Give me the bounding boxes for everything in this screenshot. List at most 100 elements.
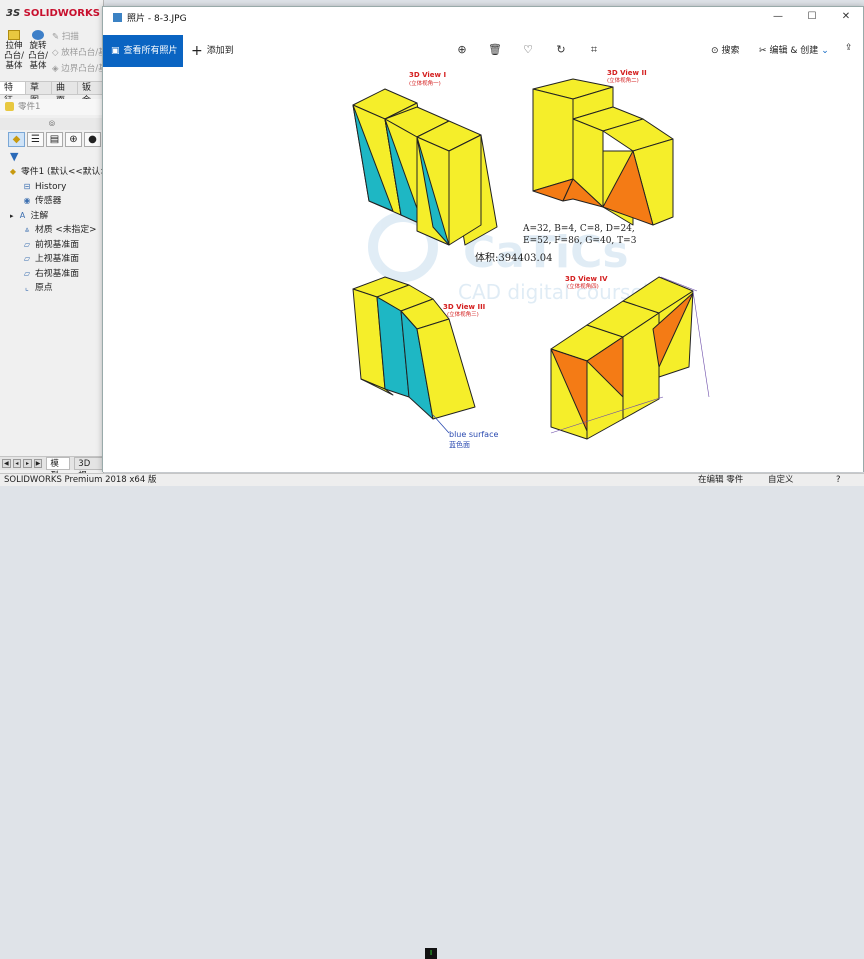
share-icon[interactable]: ⇪ [845,43,853,53]
crop-icon[interactable]: ⌗ [585,43,603,57]
chevron-down-icon: ⌄ [821,46,829,56]
tree-item-material[interactable]: ⩓ 材质 <未指定> [0,223,104,238]
photos-window: 照片 - 8-3.JPG — ☐ ✕ ▣ 查看所有照片 + 添加到 ⊕ 🗑 ♡ ↻ … [102,6,864,472]
close-button[interactable]: ✕ [829,7,863,27]
photos-titlebar[interactable]: 照片 - 8-3.JPG — ☐ ✕ [103,7,863,29]
solidworks-panel: 3S SOLIDWORKS 拉伸 凸台/ 基体 旋转 凸台/ 基体 ✎ 扫描 ◇… [0,0,107,481]
feature-tree-icon: ◆ [12,133,21,145]
tab-3d-views[interactable]: 3D 视 [74,457,105,481]
search-icon: ⊙ [711,46,719,56]
status-editing: 在编辑 零件 [698,475,744,485]
plane-icon: ▱ [23,254,31,263]
part-icon [5,102,14,111]
extrude-boss-button[interactable]: 拉伸 凸台/ 基体 [4,30,24,71]
revolve-icon [32,30,44,40]
feature-manager-tab[interactable]: ◆ [8,131,25,147]
loft-button[interactable]: ◇ 放样凸台/基 [52,48,108,58]
sensor-icon: ◉ [23,196,31,205]
photos-app-icon [113,13,122,22]
rotate-icon[interactable]: ↻ [552,43,570,56]
parameters-line-2: E=52, F=86, G=40, T=3 [523,236,637,246]
tree-item-part[interactable]: ◆ 零件1 (默认<<默认> [0,165,104,180]
maximize-button[interactable]: ☐ [795,7,829,27]
tree-item-top-plane[interactable]: ▱ 上视基准面 [0,252,104,267]
filter-icon[interactable]: ▼ [10,150,18,163]
add-to-button[interactable]: + 添加到 [191,35,234,67]
tree-item-history[interactable]: ⊟ History [0,180,104,195]
tab-features[interactable]: 特征 [0,82,26,106]
status-help-icon[interactable]: ? [836,474,841,486]
view-3-subtitle: (立体视角三) [447,310,479,318]
material-icon: ⩓ [24,225,30,234]
status-product: SOLIDWORKS Premium 2018 x64 版 [4,475,157,485]
blue-surface-leader [432,414,450,434]
plane-icon: ▱ [23,239,31,249]
model-tabs: ◀ ◂ ▸ ▶ 模型 3D 视 [0,456,105,481]
command-tabs: 特征 草图 曲面 钣金 [0,81,104,106]
blue-surface-label-cn: 蓝色面 [449,440,470,449]
view-2-model [532,78,674,226]
parameters-line-1: A=32, B=4, C=8, D=24, [522,224,635,234]
status-bar: SOLIDWORKS Premium 2018 x64 版 I 在编辑 零件 自… [0,473,864,959]
view-4-subtitle: (立体视角四) [567,282,599,290]
tab-surfaces[interactable]: 曲面 [52,82,78,106]
tab-model[interactable]: 模型 [46,457,71,481]
history-icon: ⊟ [23,181,31,191]
panel-splitter[interactable]: ⦾ [0,118,104,130]
command-manager: 拉伸 凸台/ 基体 旋转 凸台/ 基体 ✎ 扫描 ◇ 放样凸台/基 ◈ 边界凸台… [4,30,107,82]
plane-icon: ▱ [23,268,31,278]
extrude-icon [8,30,20,40]
view-1-model [352,88,498,246]
part-icon: ◆ [9,167,17,176]
minimize-button[interactable]: — [761,7,795,27]
tab-sketch[interactable]: 草图 [26,82,52,106]
display-icon: ● [88,133,97,145]
favorite-heart-icon[interactable]: ♡ [519,43,537,56]
first-tab-button[interactable]: ◀ [2,459,11,468]
manager-tabs: ◆ ☰ ▤ ⊕ ● [0,130,104,148]
plus-icon: + [191,43,203,59]
expand-arrow-icon[interactable]: ▸ [10,212,14,220]
feature-tree: ◆ 零件1 (默认<<默认> ⊟ History ◉ 传感器 ▸ A 注解 ⩓ 材质 <未指… [0,165,104,296]
last-tab-button[interactable]: ▶ [33,459,43,468]
tree-item-annotations[interactable]: ▸ A 注解 [0,209,104,224]
volume-readout: 体积:394403.04 [475,252,552,264]
edit-icon: ✂ [759,46,767,56]
sweep-icon: ✎ [52,32,62,42]
crosshair-icon: ⊕ [69,133,78,145]
dimxpert-manager-tab[interactable]: ⊕ [65,131,82,147]
tree-item-sensors[interactable]: ◉ 传感器 [0,194,104,209]
view-2-title: 3D View II [607,69,647,77]
photo-canvas: CaTiCs CAD digital courseline 3D View I [103,67,863,472]
part-bar[interactable]: 零件1 [0,99,104,115]
tree-item-right-plane[interactable]: ▱ 右视基准面 [0,267,104,282]
boundary-boss-button[interactable]: ◈ 边界凸台/基 [52,64,108,74]
loft-icon: ◇ [52,48,62,58]
terminal-icon: I [425,948,437,959]
origin-icon: ⌞ [25,283,29,292]
edit-create-button[interactable]: ✂ 编辑 & 创建 ⌄ [759,43,829,56]
cad-drawing: CaTiCs CAD digital courseline 3D View I [352,69,710,449]
window-controls: — ☐ ✕ [761,7,863,27]
next-tab-button[interactable]: ▸ [23,459,32,468]
search-button[interactable]: ⊙ 搜索 [711,43,740,56]
tree-item-front-plane[interactable]: ▱ 前视基准面 [0,238,104,253]
revolve-boss-button[interactable]: 旋转 凸台/ 基体 [28,30,48,71]
window-title: 照片 - 8-3.JPG [113,11,187,24]
zoom-icon[interactable]: ⊕ [453,43,471,56]
view-all-photos-button[interactable]: ▣ 查看所有照片 [103,35,183,67]
status-units[interactable]: 自定义 [768,474,794,486]
property-icon: ☰ [31,133,40,145]
tree-item-origin[interactable]: ⌞ 原点 [0,281,104,296]
solidworks-logo[interactable]: 3S SOLIDWORKS [6,8,100,19]
view-3-title: 3D View III [443,303,485,311]
sweep-button[interactable]: ✎ 扫描 [52,32,102,42]
property-manager-tab[interactable]: ☰ [27,131,44,147]
display-manager-tab[interactable]: ● [84,131,101,147]
blue-surface-label: blue surface [449,430,498,439]
prev-tab-button[interactable]: ◂ [12,459,22,468]
delete-icon[interactable]: 🗑 [486,43,504,56]
configuration-manager-tab[interactable]: ▤ [46,131,63,147]
annotation-icon: A [19,210,26,220]
tab-sheet-metal[interactable]: 钣金 [78,82,104,106]
